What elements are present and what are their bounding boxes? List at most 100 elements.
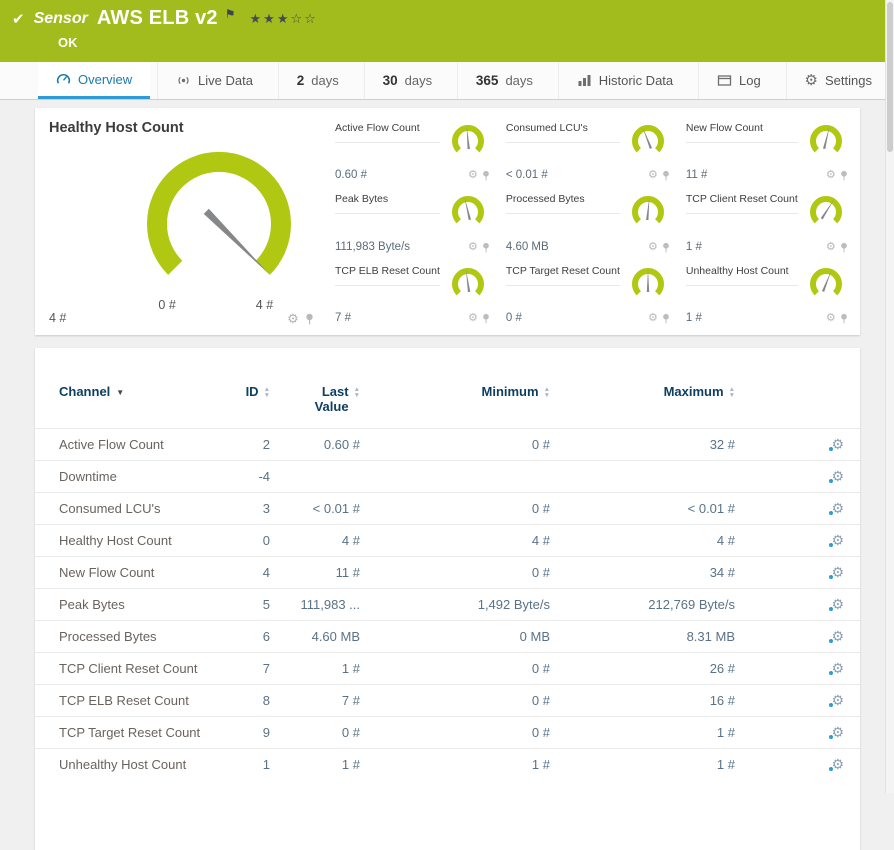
sort-icon: ▲▼ <box>729 387 735 399</box>
priority-stars[interactable]: ★★★☆☆ <box>250 11 318 27</box>
tab-30-days[interactable]: 30 days <box>364 62 451 99</box>
pin-icon[interactable] <box>662 170 670 181</box>
small-gauge: Consumed LCU's < 0.01 # ⚙ <box>506 120 670 182</box>
pin-icon[interactable] <box>840 313 848 324</box>
col-header-last-value[interactable]: Last Value▲▼ <box>270 380 360 429</box>
tab-historic-data[interactable]: Historic Data <box>558 62 691 99</box>
tab-2-days[interactable]: 2 days <box>278 62 357 99</box>
channel-name[interactable]: Downtime <box>35 461 215 493</box>
channel-name[interactable]: Active Flow Count <box>35 429 215 461</box>
channel-settings-gear-icon[interactable]: ⚙ <box>831 757 844 771</box>
tab-overview[interactable]: Overview <box>38 62 150 99</box>
gauge-dial[interactable] <box>446 193 490 233</box>
channel-row[interactable]: TCP ELB Reset Count 8 7 # 0 # 16 # ⚙ <box>35 685 860 717</box>
gauge-settings-gear-icon[interactable]: ⚙ <box>648 170 658 181</box>
channel-actions: ⚙ <box>735 685 860 717</box>
pin-icon[interactable] <box>840 170 848 181</box>
channel-name[interactable]: Peak Bytes <box>35 589 215 621</box>
channel-name[interactable]: TCP ELB Reset Count <box>35 685 215 717</box>
gauge-dial[interactable] <box>804 265 848 305</box>
channel-id: 7 <box>215 653 270 685</box>
channel-row[interactable]: New Flow Count 4 11 # 0 # 34 # ⚙ <box>35 557 860 589</box>
channel-row[interactable]: Downtime -4 ⚙ <box>35 461 860 493</box>
gauge-settings-gear-icon[interactable]: ⚙ <box>468 313 478 324</box>
channel-settings-gear-icon[interactable]: ⚙ <box>831 565 844 579</box>
channel-settings-gear-icon[interactable]: ⚙ <box>831 693 844 707</box>
gauge-settings-gear-icon[interactable]: ⚙ <box>287 312 299 325</box>
scrollbar-thumb[interactable] <box>887 2 893 152</box>
tab-log[interactable]: Log <box>698 62 779 99</box>
pin-icon[interactable] <box>840 242 848 253</box>
channel-name[interactable]: Consumed LCU's <box>35 493 215 525</box>
tab-365-days[interactable]: 365 days <box>457 62 551 99</box>
gauge-settings-gear-icon[interactable]: ⚙ <box>826 313 836 324</box>
col-header-id[interactable]: ID▲▼ <box>215 380 270 429</box>
gauge-dial[interactable] <box>626 193 670 233</box>
pin-icon[interactable] <box>662 242 670 253</box>
gauge-settings-gear-icon[interactable]: ⚙ <box>648 313 658 324</box>
channel-name[interactable]: TCP Target Reset Count <box>35 717 215 749</box>
channel-row[interactable]: TCP Target Reset Count 9 0 # 0 # 1 # ⚙ <box>35 717 860 749</box>
pin-icon[interactable] <box>482 313 490 324</box>
gauge-dial[interactable] <box>626 122 670 162</box>
gauge-settings-gear-icon[interactable]: ⚙ <box>468 242 478 253</box>
gauge-settings-gear-icon[interactable]: ⚙ <box>648 242 658 253</box>
channel-last-value: 11 # <box>270 557 360 589</box>
pin-icon[interactable] <box>662 313 670 324</box>
channel-last-value: 1 # <box>270 653 360 685</box>
channel-name[interactable]: TCP Client Reset Count <box>35 653 215 685</box>
primary-gauge-dial[interactable] <box>119 136 319 288</box>
channel-name[interactable]: Processed Bytes <box>35 621 215 653</box>
channel-row[interactable]: Consumed LCU's 3 < 0.01 # 0 # < 0.01 # ⚙ <box>35 493 860 525</box>
gauge-dial[interactable] <box>446 122 490 162</box>
pin-icon[interactable] <box>482 170 490 181</box>
channel-settings-gear-icon[interactable]: ⚙ <box>831 725 844 739</box>
gauge-min-label: 0 # <box>158 298 175 312</box>
channel-row[interactable]: Active Flow Count 2 0.60 # 0 # 32 # ⚙ <box>35 429 860 461</box>
gauge-value: 1 # <box>686 312 798 325</box>
channel-id: 1 <box>215 749 270 781</box>
pin-icon[interactable] <box>305 313 314 325</box>
gauge-dial[interactable] <box>446 265 490 305</box>
channel-row[interactable]: TCP Client Reset Count 7 1 # 0 # 26 # ⚙ <box>35 653 860 685</box>
col-header-maximum[interactable]: Maximum▲▼ <box>550 380 735 429</box>
channel-name[interactable]: New Flow Count <box>35 557 215 589</box>
channel-name[interactable]: Healthy Host Count <box>35 525 215 557</box>
gauge-settings-gear-icon[interactable]: ⚙ <box>826 170 836 181</box>
small-gauge: TCP ELB Reset Count 7 # ⚙ <box>335 263 490 325</box>
channel-settings-gear-icon[interactable]: ⚙ <box>831 661 844 675</box>
gauge-dial[interactable] <box>804 122 848 162</box>
small-gauge: Processed Bytes 4.60 MB ⚙ <box>506 191 670 253</box>
gauge-value: 0.60 # <box>335 169 440 182</box>
channel-row[interactable]: Peak Bytes 5 111,983 ... 1,492 Byte/s 21… <box>35 589 860 621</box>
channel-row[interactable]: Healthy Host Count 0 4 # 4 # 4 # ⚙ <box>35 525 860 557</box>
channel-id: 8 <box>215 685 270 717</box>
small-gauge: Peak Bytes 111,983 Byte/s ⚙ <box>335 191 490 253</box>
page-scrollbar[interactable] <box>885 0 894 793</box>
gauge-dial[interactable] <box>626 265 670 305</box>
channel-settings-gear-icon[interactable]: ⚙ <box>831 469 844 483</box>
channel-row[interactable]: Unhealthy Host Count 1 1 # 1 # 1 # ⚙ <box>35 749 860 781</box>
tab-label: days <box>311 73 338 88</box>
gauge-dial[interactable] <box>804 193 848 233</box>
sensor-status-badge: OK <box>58 35 894 50</box>
channel-settings-gear-icon[interactable]: ⚙ <box>831 533 844 547</box>
col-header-channel[interactable]: Channel▼ <box>35 380 215 429</box>
channel-settings-gear-icon[interactable]: ⚙ <box>831 597 844 611</box>
channel-settings-gear-icon[interactable]: ⚙ <box>831 437 844 451</box>
channel-settings-gear-icon[interactable]: ⚙ <box>831 629 844 643</box>
gauge-settings-gear-icon[interactable]: ⚙ <box>826 242 836 253</box>
channel-settings-gear-icon[interactable]: ⚙ <box>831 501 844 515</box>
channel-row[interactable]: Processed Bytes 6 4.60 MB 0 MB 8.31 MB ⚙ <box>35 621 860 653</box>
channel-minimum: 0 # <box>360 429 550 461</box>
col-header-minimum[interactable]: Minimum▲▼ <box>360 380 550 429</box>
pin-icon[interactable] <box>482 242 490 253</box>
gauge-settings-gear-icon[interactable]: ⚙ <box>468 170 478 181</box>
channel-name[interactable]: Unhealthy Host Count <box>35 749 215 781</box>
channel-minimum: 0 # <box>360 493 550 525</box>
gauge-value: 0 # <box>506 312 620 325</box>
tab-settings[interactable]: ⚙ Settings <box>786 62 890 99</box>
channel-actions: ⚙ <box>735 557 860 589</box>
tab-live-data[interactable]: Live Data <box>157 62 271 99</box>
priority-flag-icon[interactable]: ⚑ <box>225 7 236 21</box>
